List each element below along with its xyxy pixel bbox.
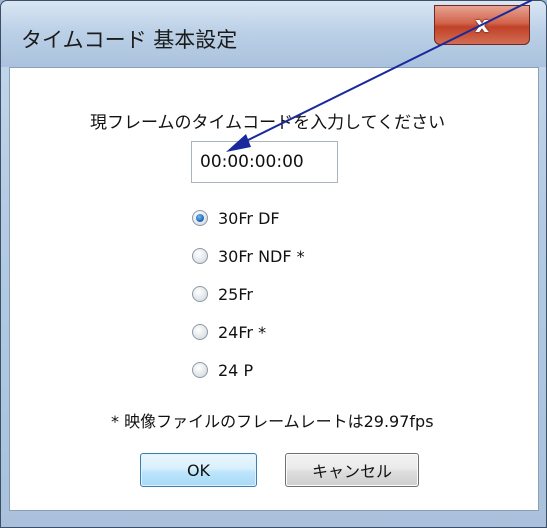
window-title: タイムコード 基本設定 — [21, 28, 238, 52]
cancel-button[interactable]: キャンセル — [285, 453, 419, 487]
radio-button[interactable] — [192, 248, 208, 264]
radio-button-checked[interactable] — [192, 210, 208, 226]
radio-option-24fr[interactable]: 24Fr * — [192, 320, 266, 344]
radio-button[interactable] — [192, 286, 208, 302]
title-bar[interactable]: タイムコード 基本設定 x — [1, 1, 546, 67]
dialog-window: タイムコード 基本設定 x 現フレームのタイムコードを入力してください 30Fr… — [0, 0, 547, 528]
radio-label: 24Fr * — [218, 322, 267, 342]
radio-label: 30Fr DF — [218, 208, 280, 228]
radio-option-30fr-ndf[interactable]: 30Fr NDF * — [192, 244, 305, 268]
radio-label: 25Fr — [218, 284, 253, 304]
radio-label: 30Fr NDF * — [218, 246, 305, 266]
radio-button[interactable] — [192, 362, 208, 378]
radio-label: 24 P — [218, 360, 254, 380]
timecode-input[interactable] — [191, 141, 338, 183]
radio-option-30fr-df[interactable]: 30Fr DF — [192, 206, 280, 230]
radio-button[interactable] — [192, 324, 208, 340]
radio-option-24p[interactable]: 24 P — [192, 358, 253, 382]
ok-button[interactable]: OK — [140, 453, 257, 487]
radio-option-25fr[interactable]: 25Fr — [192, 282, 253, 306]
framerate-note: * 映像ファイルのフレームレートは29.97fps — [111, 412, 434, 431]
prompt-label: 現フレームのタイムコードを入力してください — [90, 113, 446, 133]
dialog-body: 現フレームのタイムコードを入力してください 30Fr DF 30Fr NDF *… — [9, 67, 539, 511]
close-button[interactable]: x — [434, 5, 530, 45]
close-icon: x — [474, 12, 490, 38]
